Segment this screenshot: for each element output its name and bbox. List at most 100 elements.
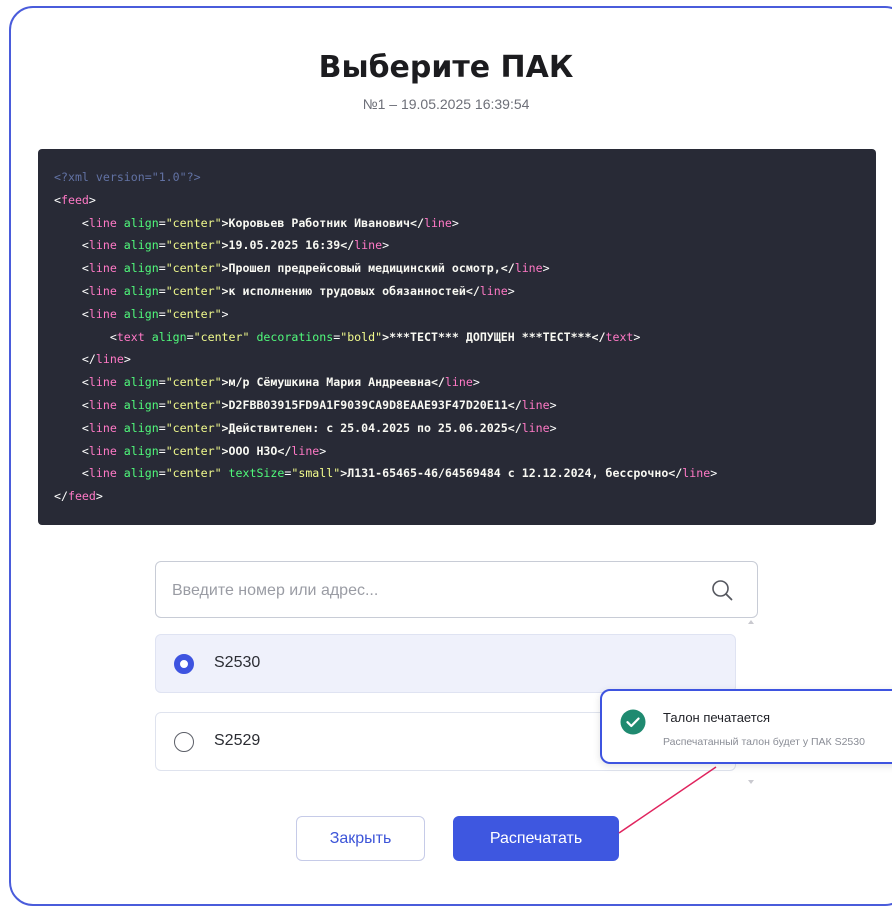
code-token: <	[54, 283, 89, 298]
code-token: =	[158, 283, 166, 298]
code-token: <	[54, 466, 89, 481]
code-token: line	[88, 397, 117, 412]
code-token: <	[54, 306, 89, 321]
code-line: <line align="center">Действителен: с 25.…	[54, 417, 876, 440]
code-token: <	[54, 375, 89, 390]
code-token: >ООО НЗО</	[221, 443, 292, 458]
code-token: line	[88, 420, 117, 435]
code-token: "center"	[165, 397, 222, 412]
search-icon[interactable]	[711, 579, 733, 601]
code-token: =	[158, 215, 166, 230]
code-token: </	[54, 489, 68, 504]
code-token: align	[116, 420, 159, 435]
code-token: >***ТЕСТ*** ДОПУЩЕН ***ТЕСТ***</	[382, 329, 606, 344]
page-title: Выберите ПАК	[318, 50, 574, 85]
print-button[interactable]: Распечатать	[453, 816, 619, 861]
code-line: <line align="center">ООО НЗО</line>	[54, 440, 876, 463]
code-token: line	[521, 397, 550, 412]
code-token: "center"	[165, 306, 222, 321]
code-token: "small"	[291, 466, 341, 481]
code-line: <line align="center">19.05.2025 16:39</l…	[54, 234, 876, 257]
code-line: <line align="center">м/р Сёмушкина Мария…	[54, 371, 876, 394]
code-token: =	[158, 420, 166, 435]
scroll-up-arrow-icon[interactable]	[748, 620, 754, 624]
code-token: line	[444, 375, 473, 390]
code-token: line	[88, 375, 117, 390]
option-label: S2529	[214, 732, 261, 749]
code-token: "center"	[193, 329, 250, 344]
code-token: textSize	[221, 466, 285, 481]
code-token: align	[116, 375, 159, 390]
code-token: >к исполнению трудовых обязанностей</	[221, 283, 480, 298]
code-token: <	[54, 261, 89, 276]
code-token: >Прошел предрейсовый медицинский осмотр,…	[221, 261, 515, 276]
code-token: "center"	[165, 261, 222, 276]
option-item-s2530[interactable]: S2530	[155, 634, 736, 693]
code-token: >	[88, 192, 96, 207]
code-line: < line align="center">к исполнению трудов…	[54, 280, 876, 303]
code-token: =	[158, 261, 166, 276]
radio-unselected-icon[interactable]	[174, 732, 194, 752]
code-token: >	[123, 352, 131, 367]
code-token: >	[542, 261, 550, 276]
radio-selected-icon[interactable]	[174, 654, 194, 674]
code-line: </feed>	[54, 485, 876, 508]
code-token: "bold"	[340, 329, 383, 344]
code-line: <text align="center" decorations="bold">…	[54, 326, 876, 349]
code-line: <feed>	[54, 189, 876, 212]
code-token: align	[116, 238, 159, 253]
close-button[interactable]: Закрыть	[296, 816, 425, 861]
code-line: </line>	[54, 348, 876, 371]
search-box	[155, 561, 758, 619]
code-token: <	[54, 215, 89, 230]
code-token: >Коровьев Работник Иванович</	[221, 215, 424, 230]
code-token: line	[88, 261, 117, 276]
code-token: >19.05.2025 16:39</	[221, 238, 355, 253]
print-toast: Талон печатается Распечатанный талон буд…	[600, 689, 892, 764]
code-token: "center"	[165, 443, 222, 458]
code-token: >	[319, 443, 327, 458]
code-token: align	[144, 329, 187, 344]
code-token: text	[116, 329, 145, 344]
code-token: >	[472, 375, 480, 390]
code-line: <line align="center" textSize="small">Л1…	[54, 462, 876, 485]
code-token: "center"	[165, 238, 222, 253]
code-token: >	[221, 306, 229, 321]
code-token: =	[186, 329, 194, 344]
code-token: "center"	[165, 283, 222, 298]
code-token: >Л131-65465-46/64569484 с 12.12.2024, бе…	[340, 466, 683, 481]
code-token: >	[710, 466, 718, 481]
code-token: >	[633, 329, 641, 344]
code-token: line	[479, 283, 508, 298]
code-token: "center"	[165, 375, 222, 390]
code-token: line	[88, 466, 117, 481]
code-token: <	[54, 192, 61, 207]
code-token: </	[54, 352, 96, 367]
code-token: line	[514, 261, 543, 276]
page-subtitle: №1 – 19.05.2025 16:39:54	[362, 96, 530, 112]
code-token: >	[549, 420, 557, 435]
code-token: align	[116, 283, 159, 298]
code-token: =	[158, 466, 166, 481]
code-token: "center"	[165, 215, 222, 230]
code-token: "center"	[165, 420, 222, 435]
code-line: <line align="center">Прошел предрейсовый…	[54, 257, 876, 280]
code-token: align	[116, 443, 159, 458]
code-token: line	[88, 306, 117, 321]
code-token: >Действителен: с 25.04.2025 по 25.06.202…	[221, 420, 522, 435]
code-token: line	[682, 466, 711, 481]
code-token: align	[116, 466, 159, 481]
code-token: >м/р Сёмушкина Мария Андреевна</	[221, 375, 445, 390]
code-token: line	[291, 443, 320, 458]
code-token: <	[54, 443, 89, 458]
code-token: <	[54, 238, 89, 253]
code-token: >	[507, 283, 515, 298]
code-token: line	[88, 443, 117, 458]
code-token: line	[95, 352, 124, 367]
code-token: text	[605, 329, 634, 344]
code-token: <?xml version="1.0"?>	[54, 170, 201, 184]
scroll-down-arrow-icon[interactable]	[748, 780, 754, 784]
code-line: <line align="center">D2FBB03915FD9A1F903…	[54, 394, 876, 417]
check-circle-icon	[620, 709, 646, 735]
search-input[interactable]	[170, 562, 694, 619]
